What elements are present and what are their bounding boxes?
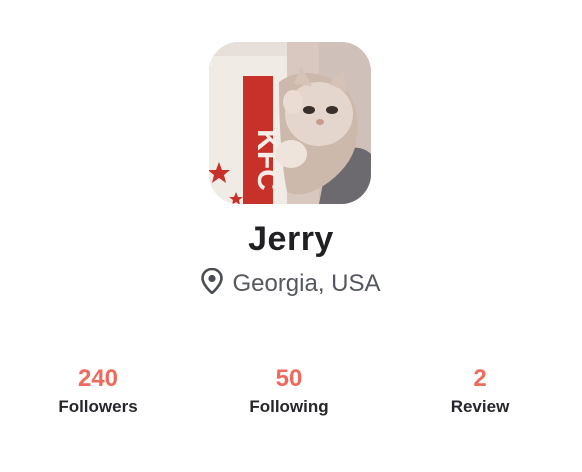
followers-label: Followers [58,397,138,416]
profile-name: Jerry [248,220,334,258]
profile-location: Georgia, USA [0,267,582,299]
stat-followers[interactable]: 240 Followers [18,364,178,417]
review-label: Review [450,397,510,416]
map-pin-icon [201,267,224,299]
stat-review[interactable]: 2 Review [400,364,560,417]
stat-following[interactable]: 50 Following [209,364,369,417]
profile-card: KFC Jerry Georgia, USA 240 Followers 50 … [0,0,582,472]
followers-count: 240 [77,365,119,392]
location-text: Georgia, USA [232,269,381,297]
following-count: 50 [275,365,303,392]
avatar-photo: KFC [209,42,371,204]
following-label: Following [249,397,329,416]
avatar[interactable]: KFC [209,42,371,204]
review-count: 2 [473,365,487,392]
